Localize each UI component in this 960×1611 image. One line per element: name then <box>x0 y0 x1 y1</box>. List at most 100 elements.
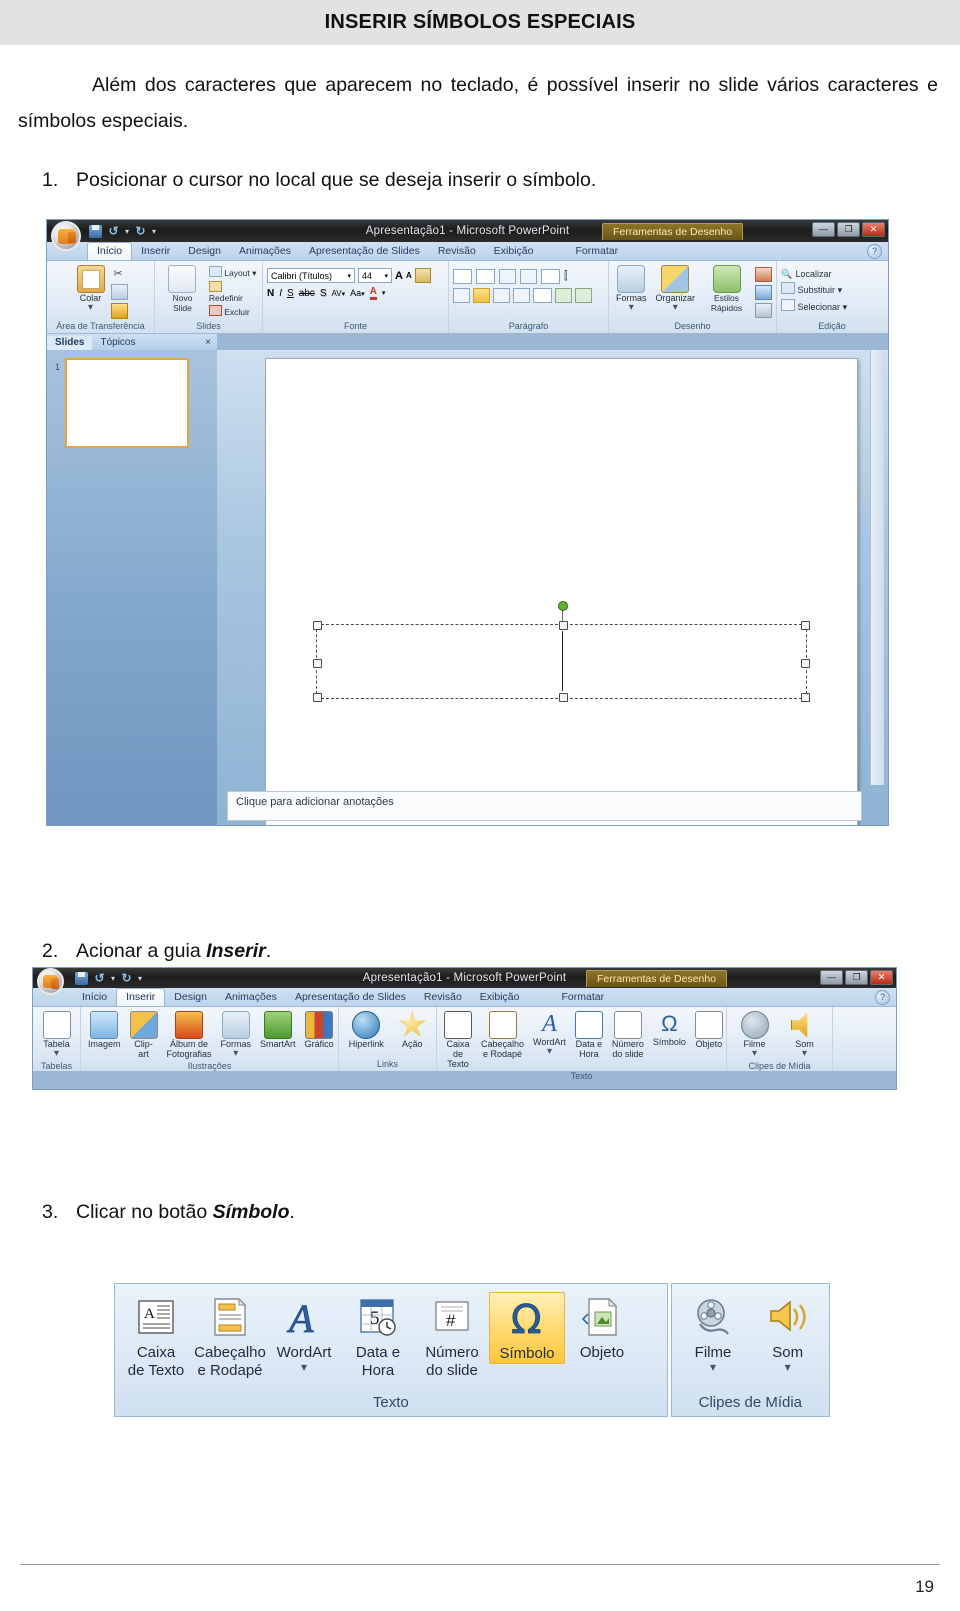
zoom-header-footer-button[interactable]: Cabeçalho e Rodapé <box>193 1292 267 1380</box>
zoom-date-time-button[interactable]: 5 Data e Hora <box>341 1292 415 1380</box>
zoom-object-button[interactable]: Objeto <box>565 1292 639 1362</box>
text-direction-icon[interactable]: ⫿ <box>564 270 577 284</box>
ribbon-tabs-2[interactable]: Início Inserir Design Animações Apresent… <box>33 988 896 1007</box>
resize-handle-ml[interactable] <box>313 658 322 668</box>
minimize-button-2[interactable]: — <box>820 970 843 985</box>
arrange-button[interactable]: Organizar ▾ <box>653 264 699 314</box>
help-icon-1[interactable]: ? <box>867 244 882 259</box>
italic-icon[interactable]: I <box>279 288 282 299</box>
header-footer-button[interactable]: Cabeçalho e Rodapé <box>478 1010 527 1060</box>
resize-handle-bc[interactable] <box>558 693 568 702</box>
resize-handle-br[interactable] <box>801 693 810 702</box>
format-painter-icon[interactable] <box>110 303 128 319</box>
zoom-symbol-button[interactable]: Ω Símbolo <box>489 1292 565 1364</box>
columns-icon[interactable] <box>533 288 552 303</box>
slide-number-button[interactable]: Número do slide <box>609 1010 647 1060</box>
font-name-combo[interactable]: Calibri (Títulos) ▾ <box>267 268 355 283</box>
align-left-icon[interactable] <box>453 288 470 303</box>
bullets-icon[interactable] <box>453 269 472 284</box>
object-button[interactable]: Objeto <box>692 1010 726 1050</box>
numbering-icon[interactable] <box>476 269 495 284</box>
decrease-indent-icon[interactable] <box>499 269 516 284</box>
shapes-button-2[interactable]: Formas ▾ <box>218 1010 255 1060</box>
panel-tab-topicos[interactable]: Tópicos <box>92 336 143 350</box>
zoom-wordart-caret-icon[interactable]: ▾ <box>301 1361 307 1373</box>
tab-revisao-2[interactable]: Revisão <box>415 989 471 1006</box>
resize-handle-mr[interactable] <box>801 658 810 668</box>
justify-icon[interactable] <box>513 288 530 303</box>
quick-styles-button[interactable]: Estilos Rápidos <box>701 264 752 314</box>
reset-button[interactable]: Redefinir <box>208 281 258 303</box>
bold-icon[interactable]: N <box>267 288 274 299</box>
office-orb-icon-2[interactable] <box>37 968 64 995</box>
table-button[interactable]: Tabela ▾ <box>40 1010 74 1060</box>
redo-icon-2[interactable]: ↻ <box>120 971 133 985</box>
hyperlink-button[interactable]: Hiperlink <box>346 1010 387 1050</box>
change-case-icon[interactable]: Aa▾ <box>350 288 365 298</box>
picture-button[interactable]: Imagem <box>85 1010 124 1050</box>
tab-revisao-1[interactable]: Revisão <box>429 243 485 260</box>
smartart-button[interactable]: SmartArt <box>257 1010 299 1050</box>
layout-button[interactable]: Layout ▾ <box>208 266 258 279</box>
tab-animacoes-1[interactable]: Animações <box>230 243 300 260</box>
cut-icon[interactable]: ✂ <box>111 267 126 281</box>
date-time-button[interactable]: Data e Hora <box>572 1010 606 1060</box>
zoom-movie-caret-icon[interactable]: ▾ <box>710 1361 716 1373</box>
line-spacing-icon[interactable] <box>541 269 560 284</box>
redo-icon[interactable]: ↻ <box>134 224 147 238</box>
convert-smartart-icon[interactable] <box>575 288 592 303</box>
shape-fill-icon[interactable] <box>755 267 772 282</box>
zoom-sound-button[interactable]: Som ▾ <box>753 1292 823 1373</box>
tab-formatar-2[interactable]: Formatar <box>552 989 613 1006</box>
rotate-handle[interactable] <box>557 601 568 611</box>
tab-design-2[interactable]: Design <box>165 989 216 1006</box>
align-center-icon[interactable] <box>473 288 490 303</box>
resize-handle-tc[interactable] <box>558 621 568 630</box>
shapes-caret-icon-1[interactable]: ▾ <box>629 303 634 313</box>
copy-icon[interactable] <box>110 284 128 300</box>
undo-icon[interactable]: ↺ <box>107 224 120 238</box>
clear-formatting-icon[interactable] <box>414 268 431 283</box>
window-controls-1[interactable]: — ❐ ✕ <box>812 222 885 237</box>
slides-panel-tabs[interactable]: Slides Tópicos × <box>47 334 217 350</box>
align-text-icon[interactable] <box>555 288 572 303</box>
find-button[interactable]: 🔍 Localizar <box>781 269 832 279</box>
office-orb-icon[interactable] <box>51 221 81 251</box>
maximize-button-1[interactable]: ❐ <box>837 222 860 237</box>
window-controls-2[interactable]: — ❐ ✕ <box>820 970 893 985</box>
character-spacing-icon[interactable]: AV▾ <box>331 289 345 298</box>
tab-design-1[interactable]: Design <box>179 243 230 260</box>
save-icon[interactable] <box>89 224 102 238</box>
tab-apresentacao-slides-2[interactable]: Apresentação de Slides <box>286 989 415 1006</box>
new-slide-button[interactable]: Novo Slide <box>159 264 206 314</box>
tab-apresentacao-slides-1[interactable]: Apresentação de Slides <box>300 243 429 260</box>
zoom-slide-number-button[interactable]: # Número do slide <box>415 1292 489 1380</box>
arrange-caret-icon[interactable]: ▾ <box>673 303 678 313</box>
shadow-icon[interactable]: S <box>320 288 327 299</box>
tab-exibicao-2[interactable]: Exibição <box>471 989 529 1006</box>
font-color-icon[interactable]: A <box>369 286 377 300</box>
resize-handle-tl[interactable] <box>313 621 322 630</box>
zoom-wordart-button[interactable]: A WordArt ▾ <box>267 1292 341 1373</box>
slides-pane[interactable]: 1 <box>47 350 217 825</box>
underline-icon[interactable]: S <box>287 288 294 299</box>
zoom-movie-button[interactable]: Filme ▾ <box>678 1292 748 1373</box>
undo-caret-icon[interactable]: ▾ <box>125 225 129 238</box>
tab-inserir-1[interactable]: Inserir <box>132 243 179 260</box>
tab-inicio-2[interactable]: Início <box>73 989 116 1006</box>
shape-outline-icon[interactable] <box>755 285 772 300</box>
tab-inserir-2[interactable]: Inserir <box>116 988 166 1006</box>
minimize-button-1[interactable]: — <box>812 222 835 237</box>
panel-close-icon[interactable]: × <box>197 336 217 350</box>
replace-button[interactable]: Substituir ▾ <box>781 282 842 296</box>
notes-pane[interactable]: Clique para adicionar anotações <box>227 791 862 821</box>
tab-exibicao-1[interactable]: Exibição <box>485 243 543 260</box>
grow-font-icon[interactable]: A <box>395 270 403 282</box>
text-box-button[interactable]: Caixa de Texto <box>441 1010 475 1070</box>
shapes-button-1[interactable]: Formas ▾ <box>613 264 650 314</box>
undo-icon-2[interactable]: ↺ <box>93 971 106 985</box>
increase-indent-icon[interactable] <box>520 269 537 284</box>
wordart-button[interactable]: A WordArt ▾ <box>530 1010 569 1058</box>
font-color-caret-icon[interactable]: ▾ <box>382 289 386 297</box>
save-icon-2[interactable] <box>75 971 88 985</box>
